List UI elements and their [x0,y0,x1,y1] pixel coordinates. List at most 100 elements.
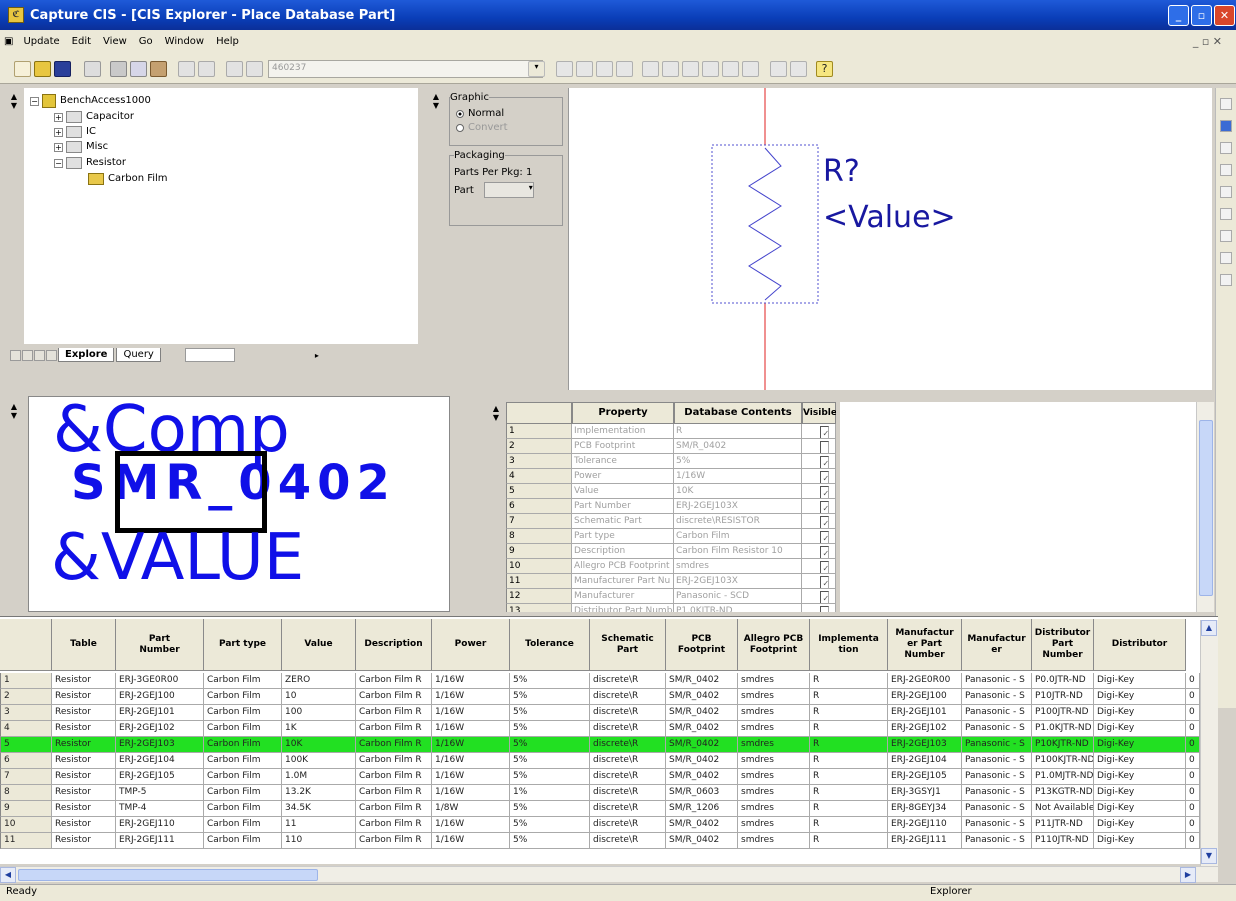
visible-checkbox[interactable]: ✓ [819,486,829,498]
tree-root[interactable]: − BenchAccess1000 [30,94,151,108]
distributor-part-cell[interactable]: P1.0MJTR-ND [1032,769,1094,785]
tolerance-cell[interactable]: 1% [510,785,590,801]
value-cell[interactable]: ZERO [282,673,356,689]
grid-icon[interactable] [246,61,263,77]
part-number-cell[interactable]: ERJ-2GEJ103 [116,737,204,753]
pin-icon[interactable] [1220,208,1232,220]
tolerance-cell[interactable]: 5% [510,689,590,705]
pan-icon[interactable] [1220,142,1232,154]
tab-next-icon[interactable] [34,349,45,361]
part-number-cell[interactable]: ERJ-2GEJ110 [116,817,204,833]
expand-icon[interactable]: + [54,127,63,137]
schematic-part-cell[interactable]: discrete\R [590,721,666,737]
pcb-footprint-cell[interactable]: SM/R_0402 [666,833,738,849]
tab-explore[interactable]: Explore [58,348,115,362]
filter-icon[interactable] [682,61,699,77]
manufacturer-cell[interactable]: Panasonic - S [962,785,1032,801]
property-row[interactable]: 4Power1/16W ✓ [506,469,836,484]
description-cell[interactable]: Carbon Film R [356,801,432,817]
close-button[interactable]: ✕ [1214,5,1235,26]
description-cell[interactable]: Carbon Film R [356,737,432,753]
extra-cell[interactable]: 0 [1186,673,1200,689]
part-type-cell[interactable]: Carbon Film [204,689,282,705]
schematic-part-cell[interactable]: discrete\R [590,833,666,849]
implementation-cell[interactable]: R [810,801,888,817]
property-value[interactable]: 1/16W [674,469,802,484]
tab-scroll[interactable] [184,348,235,362]
grid-header[interactable]: Tolerance [510,619,590,671]
table-cell[interactable]: Resistor [52,817,116,833]
allegro-footprint-cell[interactable]: smdres [738,689,810,705]
table-row[interactable]: 10 Resistor ERJ-2GEJ110 Carbon Film 11 Carbon… [0,817,1218,833]
pane-toggle-icon[interactable]: ▲ ▼ [8,92,20,110]
distributor-part-cell[interactable]: P11JTR-ND [1032,817,1094,833]
tab-last-icon[interactable] [46,349,57,361]
table-row[interactable]: 8 Resistor TMP-5 Carbon Film 13.2K Carbon Fil… [0,785,1218,801]
table-row[interactable]: 11 Resistor ERJ-2GEJ111 Carbon Film 110 Carbo… [0,833,1218,849]
grid-header[interactable]: Manufactur er [962,619,1032,671]
tab-first-icon[interactable] [10,349,21,361]
property-scrollbar[interactable] [1196,402,1214,612]
part-type-cell[interactable]: Carbon Film [204,737,282,753]
zoom-all-icon[interactable] [616,61,633,77]
property-value[interactable]: R [674,424,802,439]
extra-cell[interactable]: 0 [1186,721,1200,737]
new-icon[interactable] [14,61,31,77]
manufacturer-cell[interactable]: Panasonic - S [962,705,1032,721]
grid-header[interactable]: Value [282,619,356,671]
table-cell[interactable]: Resistor [52,721,116,737]
grid-header[interactable]: Distributor [1094,619,1186,671]
distributor-part-cell[interactable]: P10JTR-ND [1032,689,1094,705]
description-cell[interactable]: Carbon Film R [356,721,432,737]
scroll-thumb[interactable] [1199,420,1213,596]
description-cell[interactable]: Carbon Film R [356,785,432,801]
visible-checkbox[interactable]: ✓ [819,456,829,468]
mdi-controls[interactable]: _ ▫ ✕ [1187,35,1228,48]
extra-cell[interactable]: 0 [1186,753,1200,769]
grid-vscrollbar[interactable]: ▲ ▼ [1200,620,1218,866]
part-type-cell[interactable]: Carbon Film [204,785,282,801]
implementation-cell[interactable]: R [810,689,888,705]
property-value[interactable]: 5% [674,454,802,469]
value-cell[interactable]: 1K [282,721,356,737]
schematic-part-cell[interactable]: discrete\R [590,785,666,801]
table-cell[interactable]: Resistor [52,673,116,689]
visible-checkbox[interactable]: ✓ [819,591,829,603]
property-row[interactable]: 1ImplementationR ✓ [506,424,836,439]
power-cell[interactable]: 1/16W [432,705,510,721]
redo-icon[interactable] [198,61,215,77]
extra-cell[interactable]: 0 [1186,785,1200,801]
manufacturer-cell[interactable]: Panasonic - S [962,833,1032,849]
power-cell[interactable]: 1/8W [432,801,510,817]
power-cell[interactable]: 1/16W [432,833,510,849]
pane-toggle-icon[interactable]: ▲ ▼ [430,92,442,110]
table-cell[interactable]: Resistor [52,785,116,801]
distributor-part-cell[interactable]: P110JTR-ND [1032,833,1094,849]
visible-checkbox[interactable]: ✓ [819,561,829,573]
part-type-cell[interactable]: Carbon Film [204,705,282,721]
zoom-out-icon[interactable] [576,61,593,77]
distributor-part-cell[interactable]: P100JTR-ND [1032,705,1094,721]
copy-icon[interactable] [130,61,147,77]
schematic-part-cell[interactable]: discrete\R [590,689,666,705]
description-cell[interactable]: Carbon Film R [356,833,432,849]
description-cell[interactable]: Carbon Film R [356,817,432,833]
value-cell[interactable]: 100 [282,705,356,721]
part-select[interactable]: ▾ [483,182,534,198]
property-value[interactable]: Carbon Film [674,529,802,544]
allegro-footprint-cell[interactable]: smdres [738,721,810,737]
property-name[interactable]: Tolerance [572,454,674,469]
allegro-footprint-cell[interactable]: smdres [738,705,810,721]
grid-header[interactable]: Power [432,619,510,671]
manufacturer-cell[interactable]: Panasonic - S [962,801,1032,817]
description-cell[interactable]: Carbon Film R [356,673,432,689]
tolerance-cell[interactable]: 5% [510,753,590,769]
tree-node-ic[interactable]: + IC [54,125,96,139]
combo-dropdown-icon[interactable]: ▾ [528,61,545,77]
tree-node-resistor[interactable]: − Resistor [54,156,126,170]
value-cell[interactable]: 10 [282,689,356,705]
implementation-cell[interactable]: R [810,705,888,721]
tab-prev-icon[interactable] [22,349,33,361]
part-number-cell[interactable]: ERJ-2GEJ105 [116,769,204,785]
description-cell[interactable]: Carbon Film R [356,753,432,769]
